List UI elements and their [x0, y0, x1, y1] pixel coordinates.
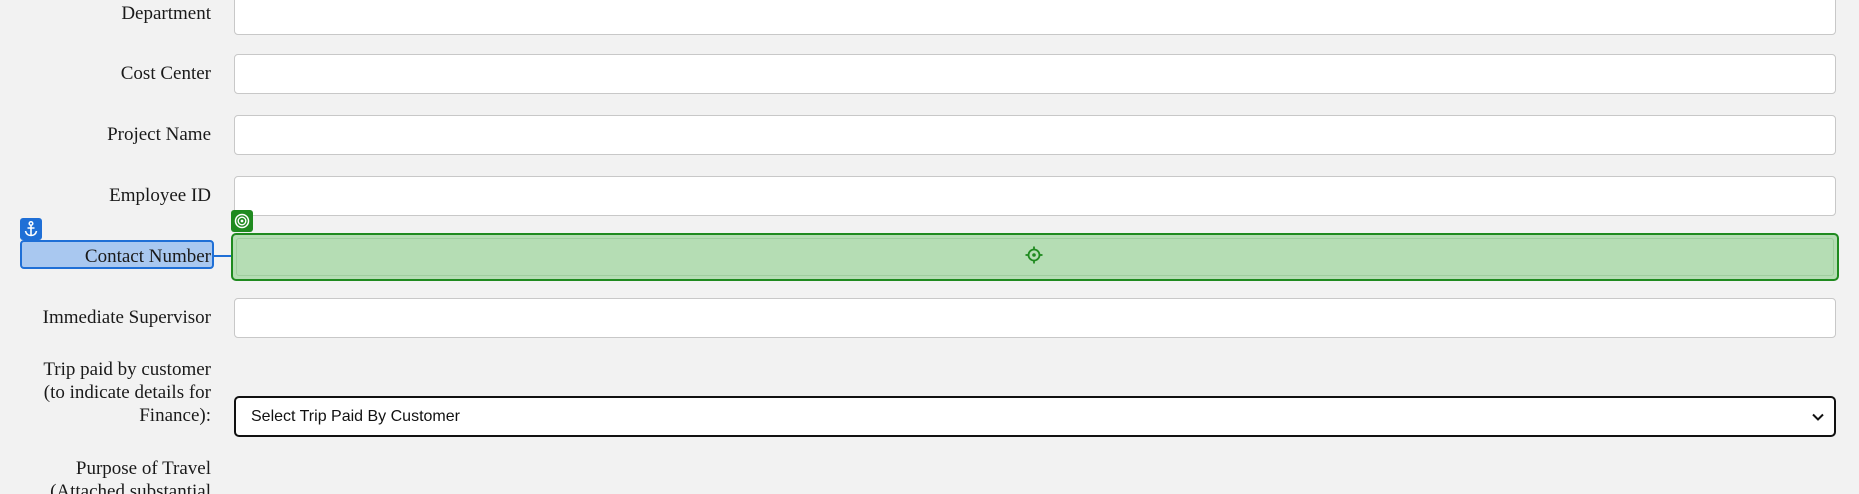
chevron-down-icon: [1810, 409, 1826, 425]
project-name-input[interactable]: [234, 115, 1836, 155]
purpose-of-travel-label: Purpose of Travel (Attached substantial: [50, 457, 211, 494]
trip-paid-label-line-3: Finance):: [139, 405, 211, 426]
purpose-label-line-2: (Attached substantial: [50, 481, 211, 494]
target-ring-icon: [231, 210, 253, 232]
label-field-connector: [214, 255, 232, 257]
project-name-label: Project Name: [107, 124, 211, 145]
trip-paid-label-line-1: Trip paid by customer: [43, 359, 211, 380]
trip-paid-label: Trip paid by customer (to indicate detai…: [43, 358, 211, 427]
department-input[interactable]: [234, 0, 1836, 35]
trip-paid-select[interactable]: Select Trip Paid By Customer: [234, 396, 1836, 437]
anchor-icon: [20, 218, 42, 240]
trip-paid-label-line-2: (to indicate details for: [43, 382, 211, 403]
purpose-label-line-1: Purpose of Travel: [75, 458, 211, 479]
employee-id-label: Employee ID: [109, 185, 211, 206]
contact-number-label: Contact Number: [84, 246, 211, 267]
cost-center-label: Cost Center: [120, 63, 211, 84]
crosshair-icon: [1024, 245, 1044, 265]
employee-id-input[interactable]: [234, 176, 1836, 216]
immediate-supervisor-label: Immediate Supervisor: [42, 307, 211, 328]
department-label: Department: [121, 3, 211, 24]
cost-center-input[interactable]: [234, 54, 1836, 94]
trip-paid-selected-value: Select Trip Paid By Customer: [251, 407, 460, 425]
immediate-supervisor-input[interactable]: [234, 298, 1836, 338]
